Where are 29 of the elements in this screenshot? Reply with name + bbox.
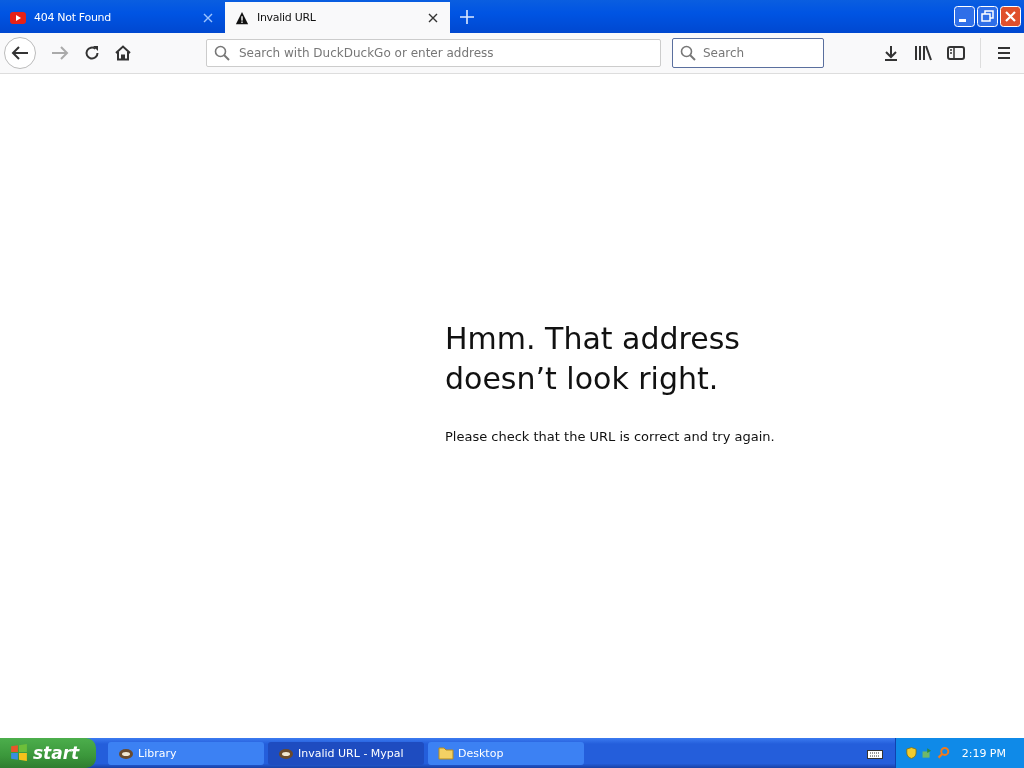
folder-icon bbox=[438, 746, 454, 760]
menu-icon[interactable] bbox=[996, 46, 1012, 60]
error-title: Hmm. That address doesn’t look right. bbox=[445, 320, 741, 398]
keyboard-icon[interactable] bbox=[867, 747, 883, 759]
search-icon bbox=[680, 45, 696, 61]
browser-tab[interactable]: Invalid URL bbox=[225, 2, 450, 33]
clock: 2:19 PM bbox=[961, 746, 1006, 760]
error-message: Please check that the URL is correct and try again. bbox=[445, 429, 775, 444]
warning-icon bbox=[235, 10, 249, 25]
play-icon bbox=[10, 11, 26, 24]
library-icon[interactable] bbox=[914, 45, 932, 61]
windows-logo-icon bbox=[10, 744, 28, 762]
address-field[interactable]: Search with DuckDuckGo or enter address bbox=[206, 39, 661, 67]
plus-icon[interactable] bbox=[460, 10, 474, 24]
download-icon[interactable] bbox=[883, 45, 899, 61]
sidebar-icon[interactable] bbox=[947, 45, 965, 61]
search-field[interactable]: Search bbox=[672, 38, 824, 68]
reload-icon[interactable] bbox=[84, 45, 100, 61]
minimize-icon[interactable] bbox=[954, 6, 975, 27]
taskbar-button[interactable]: Invalid URL - Mypal bbox=[268, 741, 424, 765]
close-icon[interactable] bbox=[428, 12, 438, 23]
restore-icon[interactable] bbox=[977, 6, 998, 27]
browser-tab[interactable]: 404 Not Found bbox=[0, 2, 225, 33]
shield-icon[interactable] bbox=[906, 745, 917, 761]
start-button[interactable]: start bbox=[0, 738, 96, 768]
taskbar-button[interactable]: Library bbox=[108, 741, 264, 765]
taskbar-button[interactable]: Desktop bbox=[428, 741, 584, 765]
home-icon[interactable] bbox=[115, 45, 131, 61]
search-icon bbox=[214, 45, 230, 61]
